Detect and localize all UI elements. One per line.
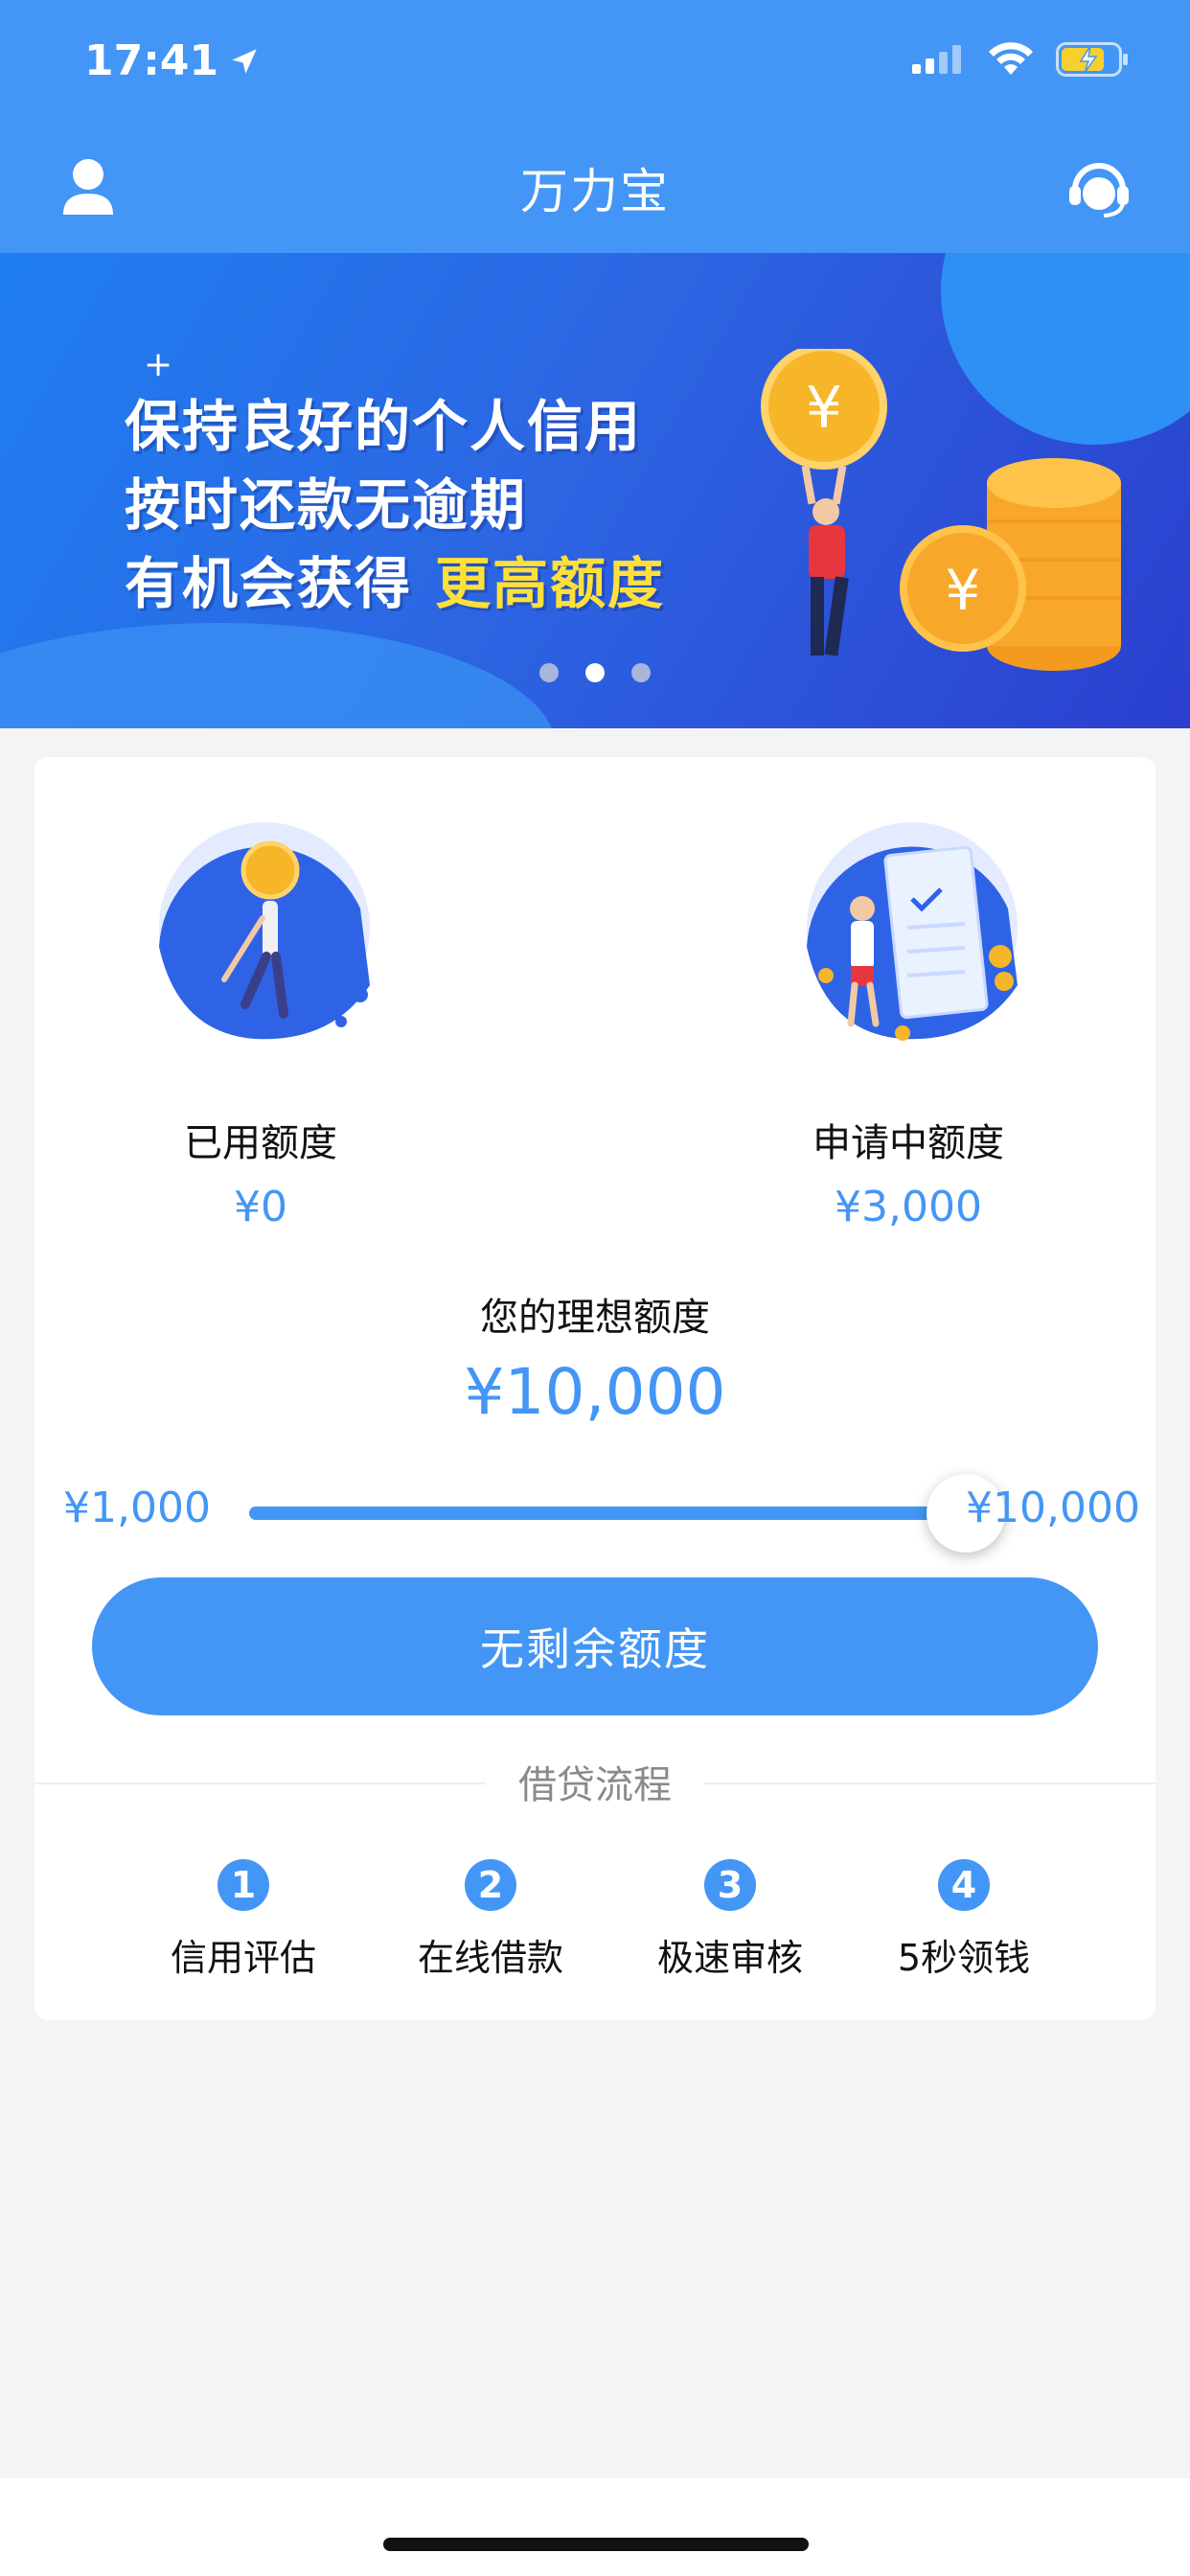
banner-line-2: 按时还款无逾期 bbox=[125, 472, 528, 538]
banner-line-3: 有机会获得 更高额度 bbox=[125, 544, 665, 623]
step-label: 信用评估 bbox=[170, 1937, 316, 1979]
sparkle-icon: + bbox=[144, 345, 173, 384]
home-indicator[interactable] bbox=[383, 2538, 809, 2551]
banner-dot-active[interactable] bbox=[585, 663, 605, 682]
step-number-badge: 4 bbox=[938, 1859, 990, 1911]
top-bar: 17:41 万力宝 bbox=[0, 0, 1190, 253]
step-label: 5秒领钱 bbox=[897, 1937, 1031, 1979]
used-credit-label: 已用额度 bbox=[184, 1121, 337, 1165]
banner-line-3-text: 有机会获得 bbox=[125, 551, 413, 616]
slider-max-label: ¥10,000 bbox=[966, 1484, 1140, 1532]
status-time: 17:41 bbox=[84, 36, 261, 85]
banner-line-1: 保持良好的个人信用 bbox=[125, 394, 643, 459]
credit-card-panel: 已用额度 ¥0 申请中额度 ¥3,000 您的理想额度 ¥10,000 ¥1,0… bbox=[34, 757, 1156, 2020]
no-remaining-credit-button[interactable]: 无剩余额度 bbox=[92, 1577, 1098, 1715]
applying-credit-value: ¥3,000 bbox=[835, 1183, 982, 1231]
slider-fill bbox=[249, 1506, 966, 1520]
battery-charging-icon bbox=[1056, 42, 1128, 77]
process-step: 1 信用评估 bbox=[138, 1859, 349, 1981]
banner-coins-illustration: ¥ ¥ bbox=[761, 349, 1121, 671]
step-number-badge: 3 bbox=[704, 1859, 756, 1911]
banner-dot[interactable] bbox=[631, 663, 651, 682]
ideal-credit-label: 您的理想额度 bbox=[480, 1296, 710, 1340]
promo-banner[interactable]: + 保持良好的个人信用 按时还款无逾期 有机会获得 更高额度 ¥ ¥ bbox=[0, 253, 1190, 728]
used-credit-illustration bbox=[159, 822, 370, 1040]
wifi-icon bbox=[989, 42, 1033, 75]
loan-process-title: 借贷流程 bbox=[34, 1754, 1156, 1809]
banner-pagination[interactable] bbox=[0, 663, 1190, 682]
loan-process-title-text: 借贷流程 bbox=[486, 1754, 704, 1809]
home-indicator-area bbox=[0, 2478, 1190, 2576]
applying-credit-illustration bbox=[807, 822, 1018, 1041]
applying-credit-label: 申请中额度 bbox=[812, 1121, 1004, 1165]
page-title: 万力宝 bbox=[520, 164, 670, 219]
banner-text: 保持良好的个人信用 按时还款无逾期 有机会获得 更高额度 bbox=[125, 387, 665, 623]
svg-text:¥: ¥ bbox=[806, 375, 842, 442]
status-time-text: 17:41 bbox=[84, 36, 219, 85]
process-step: 2 在线借款 bbox=[385, 1859, 596, 1981]
svg-text:¥: ¥ bbox=[946, 558, 981, 623]
location-arrow-icon bbox=[232, 48, 257, 74]
credit-amount-slider[interactable]: ¥1,000 ¥10,000 bbox=[34, 1466, 1156, 1552]
process-step: 3 极速审核 bbox=[625, 1859, 835, 1981]
slider-min-label: ¥1,000 bbox=[63, 1484, 211, 1532]
used-credit-value: ¥0 bbox=[234, 1183, 287, 1231]
step-label: 极速审核 bbox=[656, 1937, 803, 1979]
ideal-credit-value: ¥10,000 bbox=[464, 1355, 726, 1429]
step-number-badge: 1 bbox=[217, 1859, 269, 1911]
process-step: 4 5秒领钱 bbox=[858, 1859, 1069, 1981]
cellular-signal-icon bbox=[912, 45, 961, 74]
customer-service-icon[interactable] bbox=[1065, 155, 1133, 222]
step-number-badge: 2 bbox=[465, 1859, 516, 1911]
banner-highlight: 更高额度 bbox=[435, 551, 666, 616]
step-label: 在线借款 bbox=[417, 1937, 563, 1979]
slider-track[interactable] bbox=[249, 1474, 1005, 1552]
banner-dot[interactable] bbox=[539, 663, 559, 682]
status-icons bbox=[912, 42, 1129, 77]
